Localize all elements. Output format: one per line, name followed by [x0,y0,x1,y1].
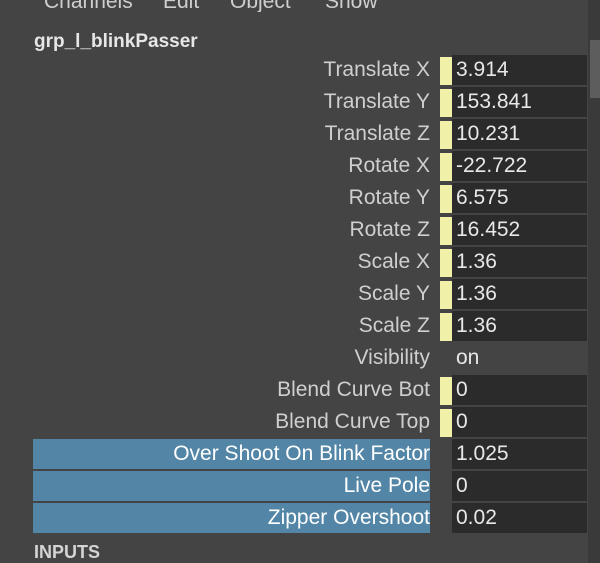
channel-row-scale-x[interactable]: Scale X 1.36 [33,247,587,277]
channel-row-blend-curve-bot[interactable]: Blend Curve Bot 0 [33,375,587,405]
channel-value-field[interactable]: on [452,343,587,373]
channel-box-menubar: Channels Edit Object Show [0,0,584,12]
channel-value-field[interactable]: 1.36 [452,279,587,309]
keyed-indicator [440,313,452,341]
channel-label[interactable]: Rotate Z [33,215,430,245]
channel-row-live-pole[interactable]: Live Pole 0 [33,471,587,501]
channel-row-translate-y[interactable]: Translate Y 153.841 [33,87,587,117]
channel-value-field[interactable]: 3.914 [452,55,587,85]
menu-channels[interactable]: Channels [44,0,133,12]
keyed-indicator [440,153,452,181]
channel-row-visibility[interactable]: Visibility on [33,343,587,373]
keyed-indicator [440,121,452,149]
channel-label[interactable]: Scale Y [33,279,430,309]
keyed-indicator [440,409,452,437]
channel-label[interactable]: Scale Z [33,311,430,341]
channel-value-field[interactable]: 0.02 [452,503,587,533]
channel-row-scale-y[interactable]: Scale Y 1.36 [33,279,587,309]
channel-value-field[interactable]: 1.025 [452,439,587,469]
node-name[interactable]: grp_l_blinkPasser [34,31,198,53]
channel-label[interactable]: Visibility [33,343,430,373]
keyed-indicator [440,249,452,277]
inputs-section-header[interactable]: INPUTS [34,542,100,563]
channel-row-rotate-x[interactable]: Rotate X -22.722 [33,151,587,181]
menu-show[interactable]: Show [325,0,378,12]
channel-label[interactable]: Over Shoot On Blink Factor [33,439,430,469]
channel-row-rotate-y[interactable]: Rotate Y 6.575 [33,183,587,213]
keyed-indicator [440,57,452,85]
keyed-indicator [440,217,452,245]
channel-label[interactable]: Blend Curve Bot [33,375,430,405]
channel-row-translate-x[interactable]: Translate X 3.914 [33,55,587,85]
channel-value-field[interactable]: -22.722 [452,151,587,181]
channel-label[interactable]: Live Pole [33,471,430,501]
channel-label[interactable]: Rotate X [33,151,430,181]
channel-row-translate-z[interactable]: Translate Z 10.231 [33,119,587,149]
keyed-indicator [440,89,452,117]
keyed-indicator [440,185,452,213]
channel-row-blend-curve-top[interactable]: Blend Curve Top 0 [33,407,587,437]
channel-value-field[interactable]: 1.36 [452,247,587,277]
channel-value-field[interactable]: 16.452 [452,215,587,245]
menu-edit[interactable]: Edit [163,0,199,12]
channel-label[interactable]: Translate X [33,55,430,85]
channel-label[interactable]: Translate Y [33,87,430,117]
channel-value-field[interactable]: 0 [452,375,587,405]
keyed-indicator [440,281,452,309]
channel-label[interactable]: Translate Z [33,119,430,149]
channel-label[interactable]: Blend Curve Top [33,407,430,437]
channel-value-field[interactable]: 1.36 [452,311,587,341]
menu-object[interactable]: Object [230,0,291,12]
channel-row-scale-z[interactable]: Scale Z 1.36 [33,311,587,341]
channel-value-field[interactable]: 0 [452,471,587,501]
channel-value-field[interactable]: 6.575 [452,183,587,213]
channel-label[interactable]: Rotate Y [33,183,430,213]
channel-row-zipper-overshoot[interactable]: Zipper Overshoot 0.02 [33,503,587,533]
keyed-indicator [440,377,452,405]
scrollbar-thumb[interactable] [590,40,600,98]
channel-value-field[interactable]: 10.231 [452,119,587,149]
channel-label[interactable]: Scale X [33,247,430,277]
channel-value-field[interactable]: 153.841 [452,87,587,117]
channel-label[interactable]: Zipper Overshoot [33,503,430,533]
channel-row-rotate-z[interactable]: Rotate Z 16.452 [33,215,587,245]
channel-value-field[interactable]: 0 [452,407,587,437]
channel-row-over-shoot-on-blink-factor[interactable]: Over Shoot On Blink Factor 1.025 [33,439,587,469]
